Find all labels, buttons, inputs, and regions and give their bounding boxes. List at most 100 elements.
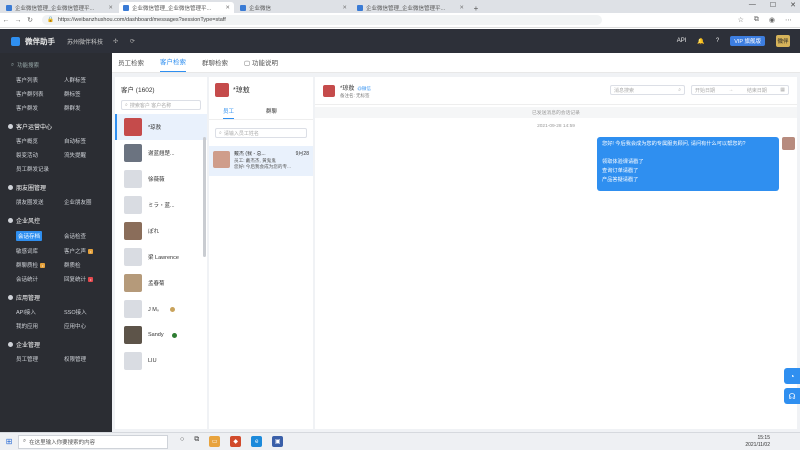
task-view-icon[interactable]: ⧉ <box>194 436 199 447</box>
list-item[interactable]: *琼敖 <box>115 114 207 140</box>
sidebar-item[interactable]: 群聊质检 • <box>16 261 64 269</box>
sync-icon[interactable]: ✣ <box>113 38 118 45</box>
close-icon[interactable]: ✕ <box>342 5 347 11</box>
sidebar-item[interactable]: API接入 <box>16 308 64 316</box>
collections-icon[interactable]: ⧉ <box>754 16 759 24</box>
vip-badge[interactable]: VIP 旗舰版 <box>730 36 765 46</box>
help-icon[interactable]: ? <box>716 38 719 44</box>
sidebar: ⌕ 功能搜索 客户列表 人群标签 客户群列表 群标签 客户群发 群群发 客户运营中… <box>0 53 112 432</box>
chat-contact-name: *琼敖 <box>340 85 355 92</box>
sidebar-item[interactable]: 应用中心 <box>64 322 112 330</box>
tab-staff[interactable]: 员工 <box>223 107 235 119</box>
sidebar-item[interactable]: 客户列表 <box>16 76 64 84</box>
sidebar-item[interactable]: 会话统计 <box>16 275 64 283</box>
sidebar-item[interactable]: 客户群列表 <box>16 90 64 98</box>
sidebar-item[interactable]: 客户之声 • <box>64 247 112 255</box>
api-link[interactable]: API <box>677 38 687 44</box>
maximize-icon[interactable]: ☐ <box>770 1 776 9</box>
chat-support-icon[interactable]: ◔ <box>784 368 800 384</box>
tab-customer-search[interactable]: 客户检索 <box>160 56 186 72</box>
date-end: 结束日期 <box>746 87 767 94</box>
tab-favicon-icon <box>357 4 363 11</box>
tab-group-search[interactable]: 群聊检索 <box>202 57 228 72</box>
sidebar-item[interactable]: 客户群发 <box>16 104 64 112</box>
list-item[interactable]: 孟春菊 <box>115 270 207 296</box>
new-tab-button[interactable]: + <box>470 4 482 13</box>
list-item[interactable]: LIU <box>115 348 207 374</box>
browser-tab[interactable]: 企业微信管理_企业微信管理平... ✕ <box>353 2 468 13</box>
sidebar-item[interactable]: 回复统计 • <box>64 275 112 283</box>
sidebar-item[interactable]: 员工管理 <box>16 355 64 363</box>
sidebar-item[interactable]: 自动标签 <box>64 137 112 145</box>
profile-icon[interactable]: ◉ <box>769 16 775 24</box>
sidebar-item[interactable]: 群质检 <box>64 261 112 269</box>
chat-notice: 已发送消息的会话记录 <box>315 107 797 118</box>
avatar <box>124 352 142 370</box>
browser-tab[interactable]: 企业微信 ✕ <box>236 2 351 13</box>
search-icon: ⌕ <box>23 438 27 444</box>
scrollbar[interactable] <box>203 137 206 257</box>
url-field[interactable]: 🔒 https://weibanzhushou.com/dashboard/mes… <box>42 15 602 25</box>
date-range-picker[interactable]: 开始日期 → 结束日期 ▦ <box>691 85 789 95</box>
close-icon[interactable]: ✕ <box>459 5 464 11</box>
app-icon[interactable]: ◆ <box>230 436 242 447</box>
app-icon[interactable]: ▣ <box>272 436 284 447</box>
close-icon[interactable]: ✕ <box>108 5 113 11</box>
more-icon[interactable]: ⋯ <box>785 16 792 24</box>
cortana-icon[interactable]: ○ <box>180 436 184 447</box>
sidebar-item[interactable]: 权限管理 <box>64 355 112 363</box>
sidebar-search[interactable]: ⌕ 功能搜索 <box>8 60 104 70</box>
list-item[interactable]: 谢蓝翘楚... <box>115 140 207 166</box>
sidebar-item-label: 流失提醒 <box>64 153 87 159</box>
close-window-icon[interactable]: ✕ <box>790 1 796 9</box>
list-item[interactable]: ぽれ <box>115 218 207 244</box>
star-icon[interactable]: ☆ <box>738 16 744 24</box>
sidebar-item-label: 裂变活动 <box>16 153 39 159</box>
staff-search-input[interactable]: ⌕ 请输入员工姓名 <box>215 128 307 138</box>
message-line: 领取体验课请戳了 <box>602 159 644 165</box>
list-item[interactable]: Sandy <box>115 322 207 348</box>
browser-tab-active[interactable]: 企业微信管理_企业微信管理平... ✕ <box>119 2 234 13</box>
sidebar-item-selected[interactable]: 会话存档 <box>16 231 64 241</box>
list-item[interactable]: J M。 <box>115 296 207 322</box>
minimize-icon[interactable]: — <box>749 1 756 9</box>
sidebar-item[interactable]: 企业朋友圈 <box>64 198 112 206</box>
edge-icon[interactable]: e <box>251 436 263 447</box>
taskbar-search-input[interactable]: ⌕ 在这里输入你要搜索的内容 <box>18 434 168 449</box>
close-icon[interactable]: ✕ <box>225 5 230 11</box>
tab-groups[interactable]: 群聊 <box>266 107 277 119</box>
customer-search-input[interactable]: ⌕ 搜索客户 客户名称 <box>121 100 201 110</box>
list-item[interactable]: ミラ・蓝... <box>115 192 207 218</box>
sidebar-item[interactable]: 裂变活动 <box>16 151 64 159</box>
sidebar-item[interactable]: 群群发 <box>64 104 112 112</box>
message-search-input[interactable]: 消息搜索 ⌕ <box>610 85 685 95</box>
bell-icon[interactable]: 🔔 <box>697 38 704 45</box>
forward-icon[interactable]: → <box>12 17 24 24</box>
sidebar-item[interactable]: 朋友圈发送 <box>16 198 64 206</box>
sidebar-item[interactable]: 人群标签 <box>64 76 112 84</box>
sidebar-item[interactable]: 我的应用 <box>16 322 64 330</box>
sidebar-item[interactable]: 客户概览 <box>16 137 64 145</box>
refresh-icon[interactable]: ⟳ <box>130 38 135 45</box>
tab-help[interactable]: ▢ 功能说明 <box>244 57 278 72</box>
conversation-item[interactable]: 戴杰 (我 - 总... 9月28 员工: 戴杰杰, 黄鬼鬼 您好! 今后我会成为… <box>209 146 313 176</box>
sidebar-item[interactable]: 员工群发记录 <box>16 165 64 173</box>
sidebar-item[interactable]: 流失提醒 <box>64 151 112 159</box>
browser-tab[interactable]: 企业微信管理_企业微信管理平... ✕ <box>2 2 117 13</box>
sidebar-item[interactable]: SSO接入 <box>64 308 112 316</box>
sidebar-item-label: 群聊质检 <box>16 263 39 269</box>
windows-start-icon[interactable]: ⊞ <box>0 437 18 446</box>
org-switcher[interactable]: 苏州微伴科技 <box>67 37 103 46</box>
file-explorer-icon[interactable]: ▭ <box>209 436 221 447</box>
sidebar-item[interactable]: 群标签 <box>64 90 112 98</box>
back-icon[interactable]: ← <box>0 17 12 24</box>
sidebar-item[interactable]: 敏感词库 <box>16 247 64 255</box>
reload-icon[interactable]: ↻ <box>24 16 36 24</box>
app-logo-icon <box>11 36 20 46</box>
avatar[interactable]: 微伴 <box>776 35 790 47</box>
headset-icon[interactable]: ☊ <box>784 388 800 404</box>
tab-staff-search[interactable]: 员工检索 <box>118 57 144 72</box>
sidebar-item[interactable]: 会话检查 <box>64 231 112 241</box>
list-item[interactable]: 梁 Lawrence <box>115 244 207 270</box>
list-item[interactable]: 徐薇薇 <box>115 166 207 192</box>
